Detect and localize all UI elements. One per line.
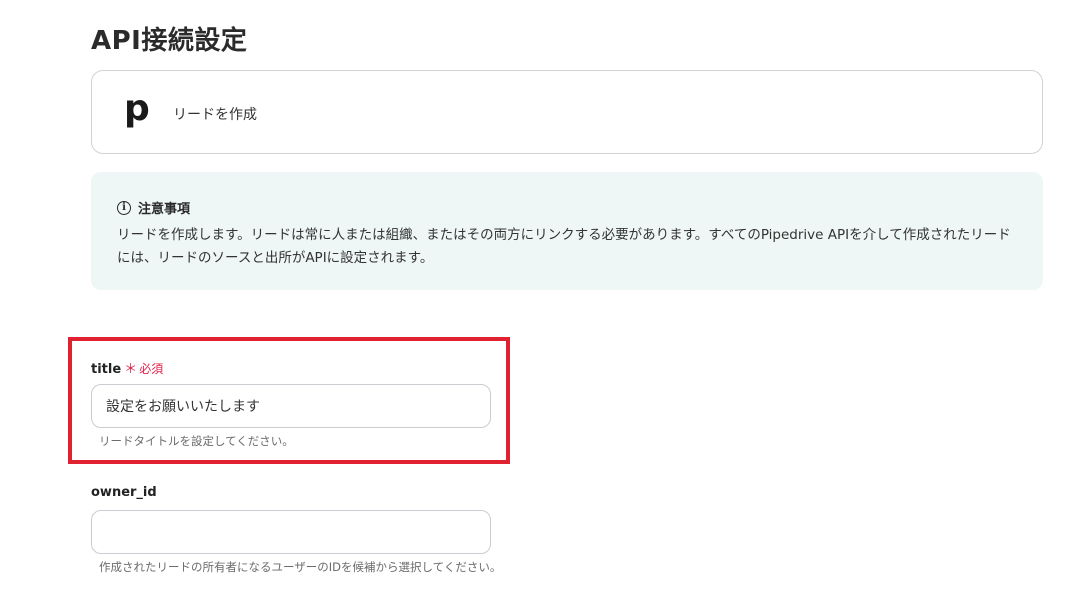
- owner-id-help-text: 作成されたリードの所有者になるユーザーのIDを候補から選択してください。: [99, 560, 502, 574]
- info-icon: i: [117, 200, 131, 215]
- required-text: 必須: [139, 362, 164, 376]
- title-field-label: title ＊必須: [91, 358, 163, 377]
- action-label: リードを作成: [173, 107, 257, 123]
- required-asterisk: ＊: [124, 362, 138, 377]
- notice-header: i 注意事項: [117, 198, 190, 217]
- owner-id-input[interactable]: [91, 510, 491, 554]
- pipedrive-logo-icon: p: [124, 88, 150, 129]
- app-action-card[interactable]: p リードを作成: [91, 70, 1043, 154]
- owner-id-field-label: owner_id: [91, 485, 157, 500]
- title-input[interactable]: [91, 384, 491, 428]
- title-help-text: リードタイトルを設定してください。: [99, 434, 294, 448]
- notice-body: リードを作成します。リードは常に人または組織、またはその両方にリンクする必要があ…: [117, 227, 1011, 266]
- title-label-text: title: [91, 362, 122, 377]
- page: API接続設定 p リードを作成 i 注意事項 リードを作成します。リードは常に…: [0, 0, 1091, 599]
- notice-title: 注意事項: [138, 202, 191, 217]
- notice-panel: i 注意事項 リードを作成します。リードは常に人または組織、またはその両方にリン…: [91, 172, 1043, 290]
- page-title: API接続設定: [91, 26, 248, 56]
